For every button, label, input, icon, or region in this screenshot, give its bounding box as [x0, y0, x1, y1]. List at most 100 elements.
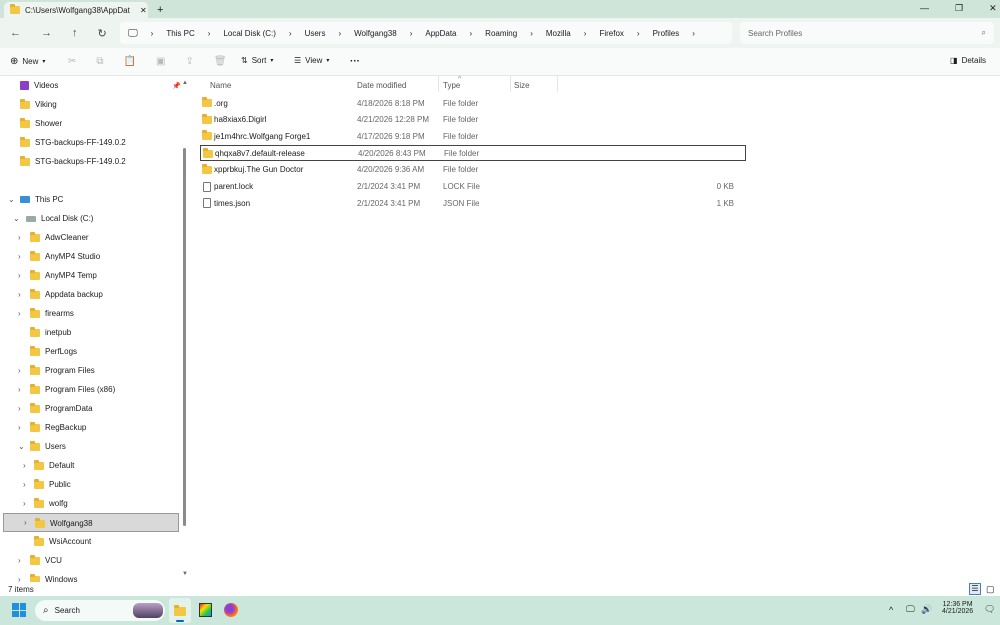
- sidebar-item-folder[interactable]: › RegBackup: [0, 418, 180, 437]
- chevron-right-icon[interactable]: ›: [23, 480, 26, 489]
- sidebar-scrollbar[interactable]: ▲ ▼: [181, 80, 188, 580]
- chevron-right-icon[interactable]: ›: [18, 575, 21, 582]
- search-input[interactable]: Search Profiles ⌕: [740, 22, 994, 44]
- cut-icon[interactable]: ✂: [68, 56, 76, 67]
- details-button[interactable]: ◨ Details: [950, 56, 986, 65]
- sidebar-item-folder[interactable]: PerfLogs: [0, 342, 180, 361]
- sidebar-item-pinned[interactable]: STG-backups-FF-149.0.2: [0, 133, 180, 152]
- sidebar-item-user-folder[interactable]: › wolfg: [0, 494, 180, 513]
- delete-icon[interactable]: 🗑: [214, 56, 227, 67]
- file-row[interactable]: ha8xiax6.Digirl 4/21/2026 12:28 PM File …: [200, 112, 746, 128]
- sidebar-item-folder[interactable]: › firearms: [0, 304, 180, 323]
- sidebar-item-folder[interactable]: › VCU: [0, 551, 180, 570]
- sidebar-item-pinned[interactable]: Videos: [0, 76, 180, 95]
- close-button[interactable]: ✕: [989, 3, 997, 14]
- chevron-right-icon[interactable]: ›: [18, 271, 21, 280]
- new-button[interactable]: ⊕ New ▾: [10, 56, 45, 67]
- thumbnail-view-icon[interactable]: ▢: [986, 584, 995, 595]
- chevron-right-icon[interactable]: ›: [23, 499, 26, 508]
- copy-icon[interactable]: ⧉: [96, 56, 103, 67]
- chevron-right-icon[interactable]: ›: [18, 556, 21, 565]
- start-icon[interactable]: [12, 603, 26, 617]
- file-row[interactable]: je1m4hrc.Wolfgang Forge1 4/17/2026 9:18 …: [200, 128, 746, 144]
- sort-button[interactable]: ⇅ Sort ▾: [241, 56, 273, 65]
- file-row[interactable]: times.json 2/1/2024 3:41 PM JSON File 1 …: [200, 195, 746, 211]
- column-size[interactable]: Size: [514, 81, 530, 90]
- chevron-right-icon[interactable]: ›: [18, 423, 21, 432]
- crumb[interactable]: Mozilla: [546, 29, 571, 38]
- close-tab-icon[interactable]: ✕: [140, 6, 147, 15]
- rename-icon[interactable]: ▣: [156, 56, 165, 67]
- column-name[interactable]: Name: [210, 81, 231, 90]
- sidebar-item-folder[interactable]: › ProgramData: [0, 399, 180, 418]
- back-icon[interactable]: ←: [10, 27, 21, 40]
- new-tab-button[interactable]: +: [157, 4, 163, 16]
- file-explorer-taskbar-icon[interactable]: [169, 598, 191, 623]
- chevron-right-icon[interactable]: ›: [18, 233, 21, 242]
- chevron-right-icon[interactable]: ›: [18, 385, 21, 394]
- sidebar-item-user-folder[interactable]: › Wolfgang38: [3, 513, 179, 532]
- sidebar-item-folder[interactable]: ⌄ Users: [0, 437, 180, 456]
- sidebar-item-folder[interactable]: › Windows: [0, 570, 180, 582]
- notification-icon[interactable]: 🗨: [984, 604, 995, 615]
- sidebar-item-folder[interactable]: › AdwCleaner: [0, 228, 180, 247]
- file-row[interactable]: .org 4/18/2026 8:18 PM File folder: [200, 95, 746, 111]
- sidebar-item-pinned[interactable]: Shower: [0, 114, 180, 133]
- maximize-button[interactable]: ❐: [955, 3, 963, 14]
- sidebar-item-folder[interactable]: WsiAccount: [0, 532, 180, 551]
- file-row[interactable]: parent.lock 2/1/2024 3:41 PM LOCK File 0…: [200, 179, 746, 195]
- pin-icon[interactable]: 📌: [172, 82, 181, 90]
- chevron-right-icon[interactable]: ›: [18, 366, 21, 375]
- chevron-up-icon[interactable]: ^: [889, 605, 893, 615]
- refresh-icon[interactable]: ↻: [98, 27, 107, 40]
- network-icon[interactable]: 🖵: [906, 604, 915, 615]
- minimize-button[interactable]: —: [920, 3, 929, 14]
- sidebar-item-user-folder[interactable]: › Default: [0, 456, 180, 475]
- chevron-right-icon[interactable]: ›: [23, 461, 26, 470]
- volume-icon[interactable]: 🔊: [921, 604, 932, 615]
- crumb[interactable]: This PC: [166, 29, 194, 38]
- file-row[interactable]: xpprbkuj.The Gun Doctor 4/20/2026 9:36 A…: [200, 162, 746, 178]
- up-icon[interactable]: ↑: [72, 27, 78, 40]
- crumb[interactable]: Roaming: [485, 29, 517, 38]
- chevron-right-icon[interactable]: ›: [18, 404, 21, 413]
- address-bar[interactable]: 🖵 › This PC › Local Disk (C:) › Users › Wol…: [120, 22, 732, 44]
- tab-explorer[interactable]: C:\Users\Wolfgang38\AppDat ✕: [4, 2, 148, 18]
- sidebar-item-user-folder[interactable]: › Public: [0, 475, 180, 494]
- sidebar-item-this-pc[interactable]: ⌄ This PC: [0, 190, 180, 209]
- app-icon[interactable]: [199, 603, 212, 617]
- file-row[interactable]: qhqxa8v7.default-release 4/20/2026 8:43 …: [200, 145, 746, 162]
- crumb[interactable]: Profiles: [653, 29, 680, 38]
- chevron-right-icon[interactable]: ›: [18, 252, 21, 261]
- sidebar-item-folder[interactable]: › AnyMP4 Studio: [0, 247, 180, 266]
- chevron-down-icon[interactable]: ⌄: [18, 442, 25, 451]
- chevron-right-icon[interactable]: ›: [18, 290, 21, 299]
- firefox-icon[interactable]: [224, 603, 238, 617]
- column-date[interactable]: Date modified: [357, 81, 406, 90]
- chevron-right-icon[interactable]: ›: [24, 518, 27, 527]
- taskbar-search[interactable]: ⌕ Search: [35, 600, 165, 621]
- sidebar-item-pinned[interactable]: Viking: [0, 95, 180, 114]
- sidebar-item-local-disk[interactable]: ⌄ Local Disk (C:): [0, 209, 180, 228]
- crumb[interactable]: Users: [305, 29, 326, 38]
- more-button[interactable]: ···: [350, 56, 360, 67]
- crumb[interactable]: Wolfgang38: [354, 29, 397, 38]
- chevron-right-icon[interactable]: ›: [18, 309, 21, 318]
- sidebar-item-folder[interactable]: › Program Files: [0, 361, 180, 380]
- forward-icon[interactable]: →: [41, 27, 52, 40]
- column-type[interactable]: Type: [443, 81, 460, 90]
- chevron-down-icon[interactable]: ⌄: [13, 214, 20, 223]
- chevron-down-icon[interactable]: ⌄: [8, 195, 15, 204]
- crumb[interactable]: AppData: [425, 29, 456, 38]
- crumb[interactable]: Firefox: [599, 29, 623, 38]
- sidebar-item-folder[interactable]: inetpub: [0, 323, 180, 342]
- share-icon[interactable]: ⇪: [185, 56, 193, 67]
- sidebar-item-folder[interactable]: › AnyMP4 Temp: [0, 266, 180, 285]
- crumb[interactable]: Local Disk (C:): [223, 29, 275, 38]
- view-button[interactable]: ☰ View ▾: [294, 56, 329, 65]
- sidebar-item-pinned[interactable]: STG-backups-FF-149.0.2: [0, 152, 180, 171]
- sidebar-item-folder[interactable]: › Program Files (x86): [0, 380, 180, 399]
- details-view-icon[interactable]: ☰: [969, 583, 981, 595]
- clock[interactable]: 12:36 PM 4/21/2026: [942, 601, 973, 615]
- paste-icon[interactable]: 📋: [124, 56, 136, 67]
